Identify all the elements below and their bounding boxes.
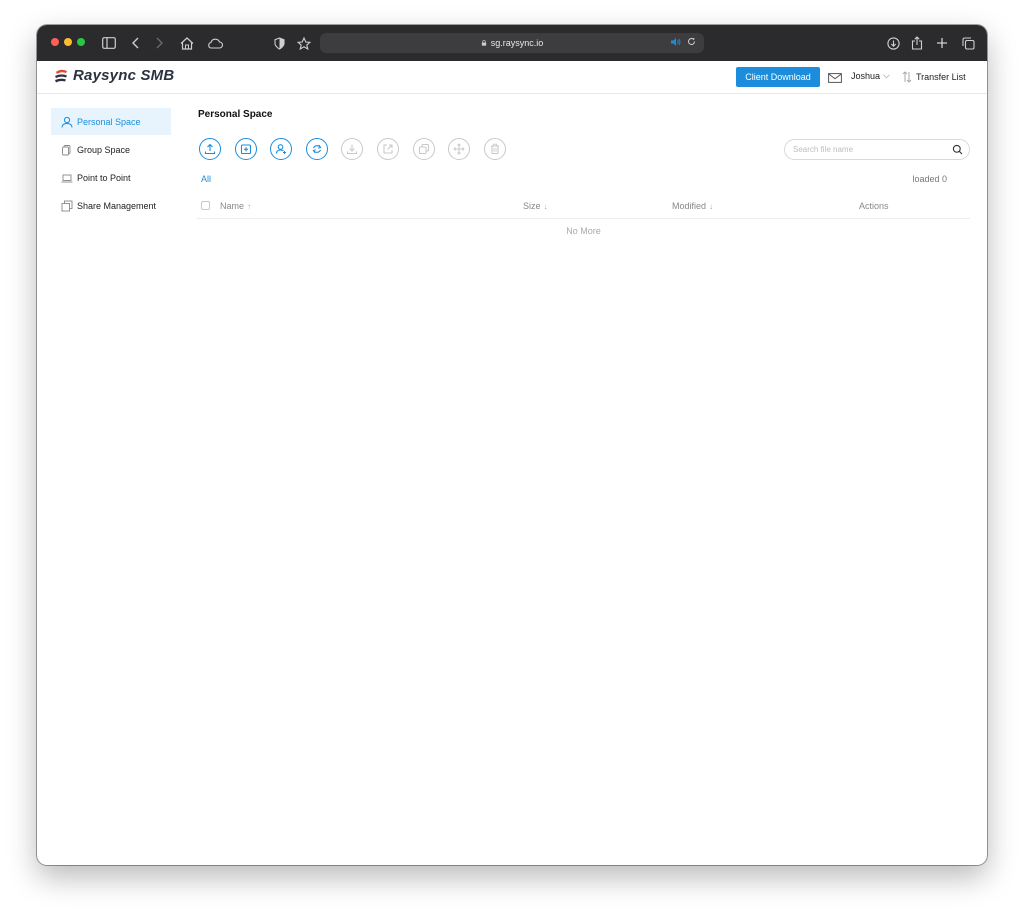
sidebar-item-point-to-point[interactable]: Point to Point xyxy=(51,164,171,191)
column-size[interactable]: Size ↓ xyxy=(523,201,548,211)
search-box xyxy=(784,139,970,160)
lock-icon xyxy=(481,40,486,46)
sidebar-item-label: Group Space xyxy=(77,144,131,155)
share-icon xyxy=(61,200,73,211)
copy-icon xyxy=(418,143,429,155)
new-tab-icon[interactable] xyxy=(933,34,951,52)
minimize-window-button[interactable] xyxy=(64,38,72,46)
user-share-icon xyxy=(276,144,287,154)
brand-name: Raysync SMB xyxy=(73,67,175,84)
sort-arrow-icon: ↑ xyxy=(247,201,252,211)
refresh-button[interactable] xyxy=(305,138,328,160)
cloud-icon[interactable] xyxy=(206,34,224,52)
client-download-button[interactable]: Client Download xyxy=(736,67,820,87)
address-bar[interactable]: sg.raysync.io xyxy=(320,33,704,53)
back-icon[interactable] xyxy=(127,34,145,52)
mail-icon[interactable] xyxy=(828,70,842,88)
chevron-down-icon xyxy=(883,73,890,78)
delete-button[interactable] xyxy=(483,138,506,160)
column-modified[interactable]: Modified ↓ xyxy=(672,201,713,211)
group-icon xyxy=(62,144,71,155)
sidebar-item-label: Point to Point xyxy=(77,172,131,183)
page-title: Personal Space xyxy=(198,109,273,120)
close-window-button[interactable] xyxy=(51,38,59,46)
sidebar-item-share-management[interactable]: Share Management xyxy=(51,192,171,219)
column-label: Size xyxy=(523,201,541,211)
column-label: Actions xyxy=(859,201,889,211)
sort-arrow-icon: ↓ xyxy=(543,201,548,211)
file-table-header: Name ↑ Size ↓ Modified ↓ Actions xyxy=(197,194,970,219)
upload-button[interactable] xyxy=(199,138,221,160)
new-folder-icon xyxy=(240,144,251,155)
app-header: Raysync SMB Client Download Joshua Trans… xyxy=(37,61,987,94)
privacy-shield-icon[interactable] xyxy=(270,34,288,52)
zoom-window-button[interactable] xyxy=(77,38,85,46)
tab-overview-icon[interactable] xyxy=(959,34,977,52)
forward-icon[interactable] xyxy=(150,34,168,52)
transfer-list-button[interactable]: Transfer List xyxy=(902,71,966,83)
column-name[interactable]: Name ↑ xyxy=(220,201,251,211)
new-folder-button[interactable] xyxy=(234,138,257,160)
breadcrumb-all[interactable]: All xyxy=(201,174,211,184)
user-name: Joshua xyxy=(851,71,881,81)
sidebar: Personal Space Group Space Point to Poin… xyxy=(51,108,171,220)
move-icon xyxy=(453,143,465,155)
downloads-icon[interactable] xyxy=(884,34,902,52)
delete-icon xyxy=(490,143,499,155)
brand-logo[interactable]: Raysync SMB xyxy=(53,67,174,84)
empty-state-text: No More xyxy=(566,226,601,236)
search-icon[interactable] xyxy=(952,144,963,155)
share-icon[interactable] xyxy=(908,34,926,52)
column-label: Name xyxy=(220,201,245,211)
transfer-arrows-icon xyxy=(902,71,912,83)
browser-toolbar: sg.raysync.io xyxy=(37,25,987,62)
copy-button[interactable] xyxy=(412,138,435,160)
home-icon[interactable] xyxy=(178,34,196,52)
user-icon xyxy=(61,116,73,128)
select-all-checkbox[interactable] xyxy=(201,201,210,210)
sidebar-toggle-icon[interactable] xyxy=(100,34,118,52)
user-menu[interactable]: Joshua xyxy=(851,71,890,81)
transfer-list-label: Transfer List xyxy=(916,72,966,82)
upload-icon xyxy=(204,143,216,155)
browser-window: sg.raysync.io Raysync SMB Client Downloa… xyxy=(37,25,987,865)
file-action-toolbar xyxy=(199,138,519,160)
refresh-icon xyxy=(312,144,322,154)
search-input[interactable] xyxy=(793,143,943,156)
address-url: sg.raysync.io xyxy=(490,38,544,48)
reload-icon[interactable] xyxy=(687,37,696,46)
sidebar-item-personal-space[interactable]: Personal Space xyxy=(51,108,171,135)
download-button[interactable] xyxy=(341,138,364,160)
sort-arrow-icon: ↓ xyxy=(709,201,714,211)
bookmark-star-icon[interactable] xyxy=(295,34,313,52)
sidebar-item-group-space[interactable]: Group Space xyxy=(51,136,171,163)
sidebar-item-label: Share Management xyxy=(77,200,157,211)
audio-playing-icon[interactable] xyxy=(671,37,681,46)
external-share-icon xyxy=(383,144,393,154)
column-label: Modified xyxy=(672,201,707,211)
move-button[interactable] xyxy=(448,138,471,160)
sidebar-item-label: Personal Space xyxy=(77,116,141,127)
external-share-button[interactable] xyxy=(376,138,399,160)
user-share-button[interactable] xyxy=(270,138,293,160)
raysync-logo-icon xyxy=(55,69,67,82)
column-actions: Actions xyxy=(859,201,889,211)
loaded-count: loaded 0 xyxy=(912,174,947,184)
laptop-icon xyxy=(61,174,73,182)
download-icon xyxy=(347,144,358,155)
